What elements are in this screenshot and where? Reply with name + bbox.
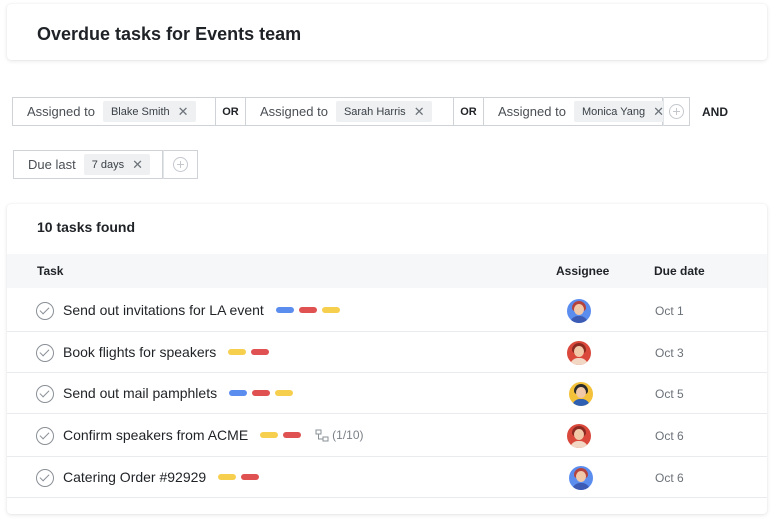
tag-red[interactable] (252, 390, 271, 396)
table-row[interactable]: Catering Order #92929 Oct 6 (7, 457, 767, 498)
due-date: Oct 6 (655, 429, 684, 443)
add-due-button[interactable] (163, 150, 198, 179)
tag-red[interactable] (251, 349, 270, 355)
avatar-face (574, 429, 584, 440)
task-tags (260, 432, 302, 438)
tag-blue[interactable] (275, 307, 294, 313)
remove-chip-icon[interactable]: ✕ (178, 105, 189, 118)
filter-label: Assigned to (260, 104, 328, 119)
task-label: Confirm speakers from ACME (63, 427, 249, 443)
avatar-man-yellow[interactable] (569, 382, 593, 406)
chip-label: Monica Yang (581, 105, 646, 118)
filter-label: Assigned to (27, 104, 95, 119)
assignee-chip: Blake Smith ✕ (102, 101, 196, 122)
assignee-filter-2[interactable]: Assigned to Sarah Harris ✕ (245, 97, 454, 126)
or-operator[interactable]: OR (454, 97, 483, 126)
task-label: Send out mail pamphlets (63, 385, 218, 401)
assignee-filter-row: Assigned to Blake Smith ✕ OR Assigned to… (12, 97, 728, 126)
column-header-due[interactable]: Due date (654, 264, 705, 278)
remove-chip-icon[interactable]: ✕ (414, 105, 425, 118)
column-header-task[interactable]: Task (37, 264, 63, 278)
avatar-body (570, 316, 588, 323)
tag-yellow[interactable] (321, 307, 340, 313)
due-date: Oct 3 (655, 346, 684, 360)
task-name[interactable]: Catering Order #92929 (63, 469, 260, 485)
tag-blue[interactable] (229, 390, 248, 396)
avatar-face (574, 346, 584, 357)
tag-red[interactable] (298, 307, 317, 313)
table-row[interactable]: Confirm speakers from ACME (1/10) Oct 6 (7, 414, 767, 457)
avatar-face (576, 387, 586, 398)
due-filter-row: Due last 7 days ✕ (13, 150, 198, 179)
complete-task-checkbox-icon[interactable] (36, 302, 54, 320)
chip-label: 7 days (91, 158, 125, 171)
avatar-body (572, 483, 590, 490)
avatar-body (572, 399, 590, 406)
tasks-count: 10 tasks found (37, 219, 136, 235)
filter-label: Assigned to (498, 104, 566, 119)
tag-red[interactable] (241, 474, 260, 480)
task-name[interactable]: Confirm speakers from ACME (1/10) (63, 427, 364, 443)
complete-task-checkbox-icon[interactable] (36, 344, 54, 362)
task-tags (218, 474, 260, 480)
task-tags (228, 349, 270, 355)
avatar-face (576, 471, 586, 482)
avatar-face (574, 304, 584, 315)
add-circle-icon (669, 104, 684, 119)
tag-yellow[interactable] (260, 432, 279, 438)
task-label: Book flights for speakers (63, 344, 217, 360)
complete-task-checkbox-icon[interactable] (36, 385, 54, 403)
chip-label: Sarah Harris (343, 105, 406, 118)
subtask-progress[interactable]: (1/10) (315, 428, 364, 442)
due-date: Oct 6 (655, 471, 684, 485)
table-row[interactable]: Send out mail pamphlets Oct 5 (7, 373, 767, 414)
assignee-filter-3[interactable]: Assigned to Monica Yang ✕ (483, 97, 672, 126)
complete-task-checkbox-icon[interactable] (36, 469, 54, 487)
avatar-woman-blue[interactable] (569, 466, 593, 490)
task-name[interactable]: Book flights for speakers (63, 344, 270, 360)
due-date: Oct 1 (655, 304, 684, 318)
task-tags (229, 390, 294, 396)
assignee-filter-1[interactable]: Assigned to Blake Smith ✕ (12, 97, 216, 126)
complete-task-checkbox-icon[interactable] (36, 427, 54, 445)
assignee-chip: Monica Yang ✕ (573, 101, 672, 122)
title-card: Overdue tasks for Events team (7, 4, 767, 60)
task-tags (275, 307, 340, 313)
avatar-woman-red[interactable] (567, 341, 591, 365)
tag-red[interactable] (283, 432, 302, 438)
tag-yellow[interactable] (228, 349, 247, 355)
task-name[interactable]: Send out invitations for LA event (63, 302, 340, 318)
page-title: Overdue tasks for Events team (37, 24, 302, 44)
subtask-count: (1/10) (332, 428, 364, 442)
table-row[interactable]: Book flights for speakers Oct 3 (7, 332, 767, 373)
tag-yellow[interactable] (275, 390, 294, 396)
due-chip: 7 days ✕ (83, 154, 151, 175)
due-filter[interactable]: Due last 7 days ✕ (13, 150, 163, 179)
chip-label: Blake Smith (110, 105, 170, 118)
task-label: Catering Order #92929 (63, 469, 207, 485)
subtask-icon (315, 429, 329, 442)
tasks-card: 10 tasks found Task Assignee Due date Se… (7, 204, 767, 514)
avatar-body (570, 441, 588, 448)
avatar-woman-blue[interactable] (567, 299, 591, 323)
and-operator[interactable]: AND (702, 105, 728, 119)
or-operator[interactable]: OR (216, 97, 245, 126)
filter-label: Due last (28, 157, 76, 172)
table-header: Task Assignee Due date (7, 254, 767, 288)
task-label: Send out invitations for LA event (63, 302, 264, 318)
table-row[interactable]: Send out invitations for LA event Oct 1 (7, 289, 767, 332)
task-name[interactable]: Send out mail pamphlets (63, 385, 294, 401)
add-assignee-button[interactable] (663, 97, 690, 126)
remove-chip-icon[interactable]: ✕ (132, 158, 143, 171)
tag-yellow[interactable] (218, 474, 237, 480)
column-header-assignee[interactable]: Assignee (556, 264, 609, 278)
avatar-woman-red[interactable] (567, 424, 591, 448)
add-circle-icon (173, 157, 188, 172)
assignee-chip: Sarah Harris ✕ (335, 101, 432, 122)
avatar-body (570, 358, 588, 365)
due-date: Oct 5 (655, 387, 684, 401)
